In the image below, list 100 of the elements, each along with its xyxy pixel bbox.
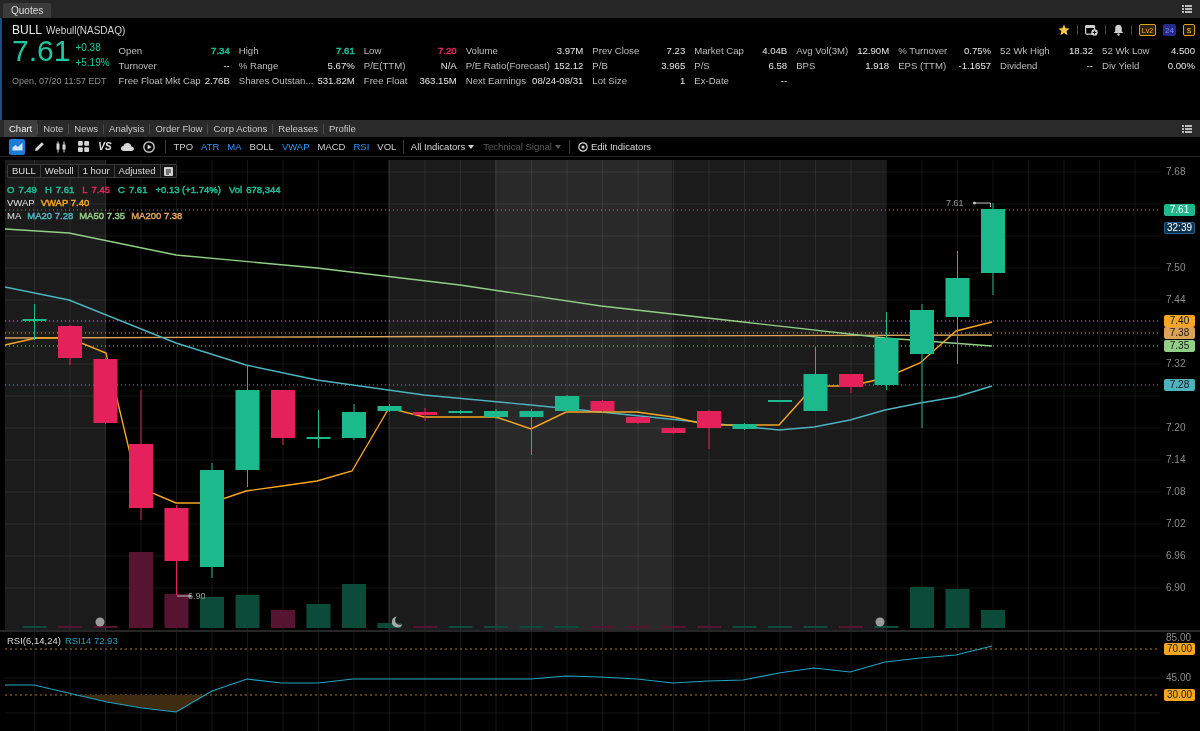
study-value: MA20 7.28: [27, 210, 74, 221]
legend-item[interactable]: 1 hour: [78, 165, 115, 177]
chart-tool-button[interactable]: [75, 138, 91, 155]
gear-icon: [577, 141, 588, 152]
feature-badge[interactable]: 24: [1163, 24, 1176, 36]
candle: [590, 399, 615, 413]
chart-tab[interactable]: Note: [38, 120, 69, 137]
ohlc-value: 7.61: [128, 184, 148, 195]
stat-value: 3.97M: [556, 45, 584, 56]
indicator-toggle[interactable]: MACD: [314, 141, 349, 152]
chart-tab[interactable]: Chart: [4, 120, 38, 137]
study-name[interactable]: VWAP: [7, 197, 35, 208]
candle: [342, 403, 366, 441]
stat-label: P/S: [694, 60, 710, 71]
legend-item[interactable]: Webull: [40, 165, 79, 177]
level-tag: 70.00: [1164, 643, 1195, 655]
stat-value: 7.23: [666, 45, 686, 56]
axis-label: 7.68: [1166, 166, 1186, 178]
chart-tab[interactable]: Order Flow: [150, 120, 208, 137]
candlestick-icon: [56, 140, 66, 153]
volume-bar: [306, 604, 331, 628]
candle: [697, 409, 721, 450]
axis-label: 6.90: [1166, 582, 1186, 594]
stat-value: 12.90M: [857, 45, 890, 56]
stat-value: 1: [679, 75, 686, 86]
indicator-toggle[interactable]: BOLL: [246, 141, 278, 152]
menu-icon[interactable]: [163, 166, 173, 176]
quotes-tab[interactable]: Quotes: [3, 3, 52, 18]
stat-value: 0.00%: [1167, 60, 1195, 71]
legend-item[interactable]: Adjusted: [114, 165, 161, 177]
chart-tab[interactable]: Corp Actions: [208, 120, 273, 137]
stat-label: P/E(TTM): [363, 60, 406, 71]
stat-value: 6.58: [768, 60, 788, 71]
indicator-toggle[interactable]: RSI: [350, 141, 373, 152]
chart-tool-button[interactable]: [9, 138, 25, 155]
volume-bar: [200, 597, 224, 628]
chart-tool-button[interactable]: [141, 138, 157, 155]
event-dot-icon[interactable]: [95, 617, 105, 627]
volume-bar: [235, 595, 260, 628]
indicator-toggle[interactable]: VOL: [373, 141, 400, 152]
candle: [661, 426, 686, 435]
exchange-label: Webull(NASDAQ): [46, 24, 126, 36]
symbol-title: BULL: [12, 23, 43, 37]
event-dot-icon[interactable]: [875, 617, 885, 627]
axis-label: 7.44: [1166, 294, 1186, 306]
ohlc-value: 678,344: [246, 184, 281, 195]
volume-bar: [910, 587, 934, 628]
stat-label: % Range: [238, 60, 279, 71]
stat-value: 4.500: [1170, 45, 1195, 56]
feature-badge[interactable]: $: [1183, 24, 1195, 36]
list-icon[interactable]: [1182, 5, 1192, 13]
stat-value: 08/24-08/31: [532, 75, 584, 86]
stat-label: EPS (TTM): [898, 60, 947, 71]
stat-value: --: [1086, 60, 1094, 71]
chart-tab[interactable]: Releases: [273, 120, 323, 137]
axis-label: 7.08: [1166, 486, 1186, 498]
chart-tool-button[interactable]: VS: [97, 138, 113, 155]
calendar-plus-icon[interactable]: [1084, 24, 1098, 36]
level-tag: 30.00: [1164, 689, 1195, 701]
chart-tab[interactable]: News: [69, 120, 104, 137]
stat-label: Shares Outstan...: [238, 75, 314, 86]
stat-label: P/E Ratio(Forecast): [465, 60, 550, 71]
indicator-toggle[interactable]: TPO: [170, 141, 197, 152]
candle: [519, 408, 544, 456]
list-icon[interactable]: [1182, 124, 1192, 133]
volume-bar: [981, 610, 1005, 628]
ohlc-value: 7.45: [91, 184, 111, 195]
study-name[interactable]: MA: [7, 210, 22, 221]
candle: [413, 407, 437, 422]
stat-label: Avg Vol(3M): [796, 45, 849, 56]
market-status: Open, 07/20 11:57 EDT: [12, 75, 108, 86]
stat-value: 7.61: [336, 45, 355, 56]
stat-label: Open: [118, 45, 143, 56]
stat-value: 2.76B: [204, 75, 230, 86]
caret-icon: [554, 144, 561, 149]
axis-label: 7.32: [1166, 358, 1186, 370]
stat-label: Prev Close: [592, 45, 640, 56]
indicator-toggle[interactable]: VWAP: [278, 141, 313, 152]
ohlc-label: H: [44, 184, 52, 195]
study-value: RSI14 72.93: [64, 635, 118, 646]
bell-icon[interactable]: [1112, 24, 1124, 36]
stat-label: Turnover: [118, 60, 157, 71]
legend-item[interactable]: BULL: [8, 165, 41, 177]
stat-label: BPS: [796, 60, 816, 71]
edit-indicators-button[interactable]: Edit Indicators: [573, 141, 656, 152]
star-icon[interactable]: [1057, 24, 1070, 36]
study-name[interactable]: RSI(6,14,24): [7, 635, 61, 646]
volume-bar: [164, 594, 189, 628]
indicator-toggle[interactable]: ATR: [197, 141, 223, 152]
moon-icon[interactable]: [391, 616, 403, 628]
stat-value: 3.965: [661, 60, 686, 71]
chart-tab[interactable]: Analysis: [104, 120, 150, 137]
indicator-toggle[interactable]: MA: [223, 141, 246, 152]
chart-tab[interactable]: Profile: [323, 120, 361, 137]
price-marker-label: 6.90: [188, 590, 206, 602]
stat-value: 5.67%: [327, 60, 355, 71]
ohlc-label: O: [7, 184, 15, 195]
stat-value: 363.15M: [419, 75, 457, 86]
dropdown-button[interactable]: All Indicators: [407, 141, 478, 152]
candle: [58, 324, 82, 366]
